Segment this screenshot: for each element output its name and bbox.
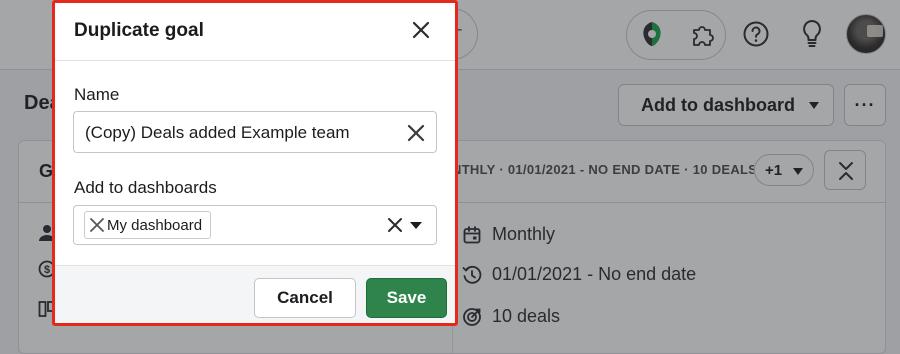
clear-selection-icon[interactable] [386, 216, 404, 234]
duplicate-goal-dialog: Duplicate goal Name (Copy) Deals added E… [52, 0, 458, 326]
dialog-title: Duplicate goal [74, 20, 204, 41]
clear-name-icon[interactable] [406, 123, 426, 143]
name-label: Name [74, 85, 120, 104]
cancel-button[interactable]: Cancel [254, 278, 356, 318]
dropdown-caret-icon[interactable] [410, 222, 422, 229]
remove-chip-icon[interactable] [89, 217, 105, 233]
dialog-header: Duplicate goal [55, 3, 455, 61]
save-button[interactable]: Save [366, 278, 447, 318]
close-icon[interactable] [407, 16, 435, 44]
dashboard-chip: My dashboard [84, 211, 212, 239]
name-input-value[interactable]: (Copy) Deals added Example team [85, 123, 350, 143]
dialog-body: Name (Copy) Deals added Example team Add… [55, 61, 455, 265]
dialog-footer: Cancel Save [55, 265, 455, 323]
name-input[interactable]: (Copy) Deals added Example team [73, 111, 437, 153]
dashboard-chip-label: My dashboard [107, 216, 203, 234]
dashboards-select[interactable]: My dashboard [73, 205, 437, 245]
dashboards-label: Add to dashboards [74, 178, 217, 197]
